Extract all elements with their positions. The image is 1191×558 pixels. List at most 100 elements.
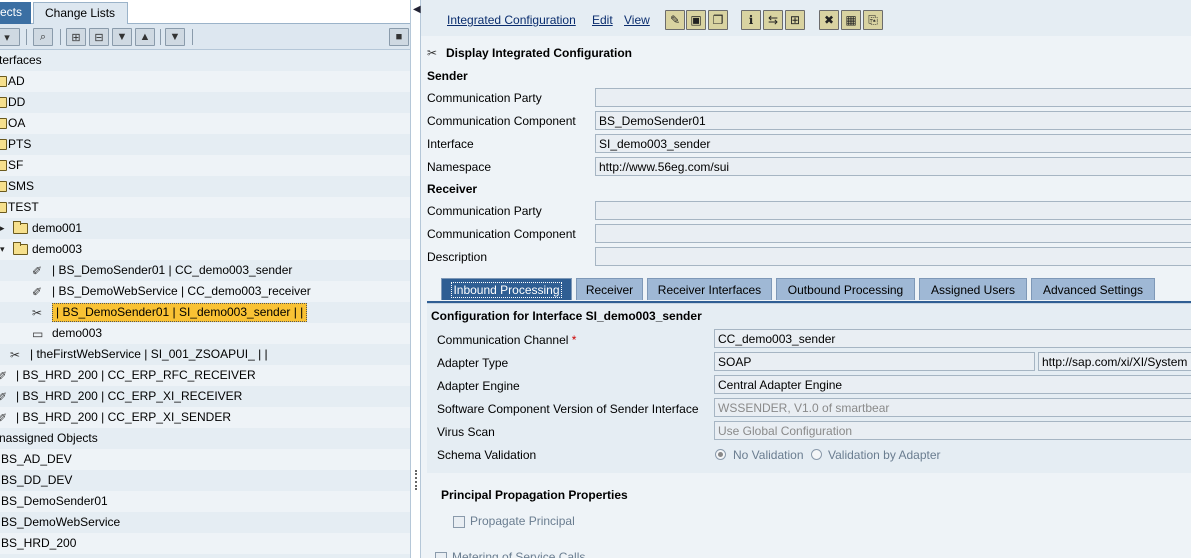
- expand-tree-icon[interactable]: ⊞: [66, 28, 86, 46]
- channel-icon: ✐: [32, 285, 43, 299]
- sender-interface-field[interactable]: SI_demo003_sender: [595, 134, 1191, 153]
- validation-by-adapter-radio[interactable]: [811, 449, 822, 460]
- metering-label: Metering of Service Calls: [452, 550, 586, 558]
- channel-field[interactable]: CC_demo003_sender: [714, 329, 1191, 348]
- menu-view[interactable]: View: [624, 13, 650, 27]
- tree-row[interactable]: nassigned Objects: [0, 428, 410, 449]
- open-folder-icon: [13, 242, 28, 255]
- tree-row[interactable]: ▾ demo003: [0, 239, 410, 260]
- channel-icon: ✐: [0, 369, 8, 383]
- collapse-left-icon[interactable]: ◀: [413, 4, 421, 15]
- receiver-component-field[interactable]: [595, 224, 1191, 243]
- adapter-engine-field[interactable]: Central Adapter Engine: [714, 375, 1191, 394]
- virus-scan-field[interactable]: Use Global Configuration: [714, 421, 1191, 440]
- tab-outbound-processing[interactable]: Outbound Processing: [776, 278, 915, 300]
- sort-down-icon[interactable]: ▼: [112, 28, 132, 46]
- tab-objects[interactable]: ects: [0, 2, 31, 24]
- tree-row[interactable]: ▭ demo003: [0, 323, 410, 344]
- navigator-toolbar: ▾ ⌕ ⊞ ⊟ ▼ ▲ ▼ ■: [0, 24, 410, 50]
- tree-row[interactable]: ✐ | BS_DemoSender01 | CC_demo003_sender: [0, 260, 410, 281]
- description-field[interactable]: [595, 247, 1191, 266]
- tree-row-label: PTS: [8, 137, 32, 151]
- info-icon[interactable]: ℹ: [741, 10, 761, 30]
- receiver-party-field[interactable]: [595, 201, 1191, 220]
- tree-row[interactable]: OA: [0, 113, 410, 134]
- copy-icon[interactable]: ❐: [708, 10, 728, 30]
- menu-integrated-configuration[interactable]: Integrated Configuration: [447, 13, 576, 27]
- tree-row[interactable]: SF: [0, 155, 410, 176]
- tree-row-label: terfaces: [0, 53, 42, 67]
- toolbar-separator: [160, 29, 161, 45]
- virus-scan-label: Virus Scan: [437, 425, 495, 439]
- tree-row[interactable]: BS_DemoSender01: [0, 491, 410, 512]
- swcv-label: Software Component Version of Sender Int…: [437, 402, 699, 416]
- save-icon[interactable]: ▣: [686, 10, 706, 30]
- tree-row-label: nassigned Objects: [0, 431, 98, 445]
- tab-inbound-processing[interactable]: Inbound Processing: [441, 278, 572, 300]
- tree-row[interactable]: ✂ | BS_DemoSender01 | SI_demo003_sender |…: [0, 302, 410, 323]
- sender-interface-label: Interface: [427, 137, 474, 151]
- collapse-tree-icon[interactable]: ⊟: [89, 28, 109, 46]
- adapter-type-field[interactable]: SOAP: [714, 352, 1035, 371]
- config-header: Configuration for Interface SI_demo003_s…: [431, 309, 702, 323]
- tab-change-lists[interactable]: Change Lists: [33, 2, 128, 24]
- tree-row[interactable]: ✐ | BS_DemoWebService | CC_demo003_receiv…: [0, 281, 410, 302]
- tree-row[interactable]: ✐ | BS_HRD_200 | CC_ERP_XI_RECEIVER: [0, 386, 410, 407]
- sender-header: Sender: [427, 69, 468, 83]
- menu-edit[interactable]: Edit: [592, 13, 613, 27]
- metering-checkbox[interactable]: [435, 552, 447, 558]
- tree-row-label: TEST: [8, 200, 39, 214]
- tree-row[interactable]: TEST: [0, 197, 410, 218]
- propagate-principal-checkbox[interactable]: [453, 516, 465, 528]
- tree-row-label: | BS_HRD_200 | CC_ERP_XI_RECEIVER: [16, 389, 243, 403]
- binoculars-icon[interactable]: ⌕: [33, 28, 53, 46]
- page-title: Display Integrated Configuration: [446, 46, 633, 60]
- edit-pencil-icon[interactable]: ✎: [665, 10, 685, 30]
- where-used-icon[interactable]: ⇆: [763, 10, 783, 30]
- maximize-icon[interactable]: ■: [389, 28, 409, 46]
- tree-row[interactable]: PTS: [0, 134, 410, 155]
- tree-row-label: | BS_DemoWebService | CC_demo003_receive…: [52, 284, 311, 298]
- tree-row[interactable]: BS_DD_DEV: [0, 470, 410, 491]
- tab-receiver-interfaces[interactable]: Receiver Interfaces: [647, 278, 772, 300]
- toolbar-separator: [60, 29, 61, 45]
- tree-row-label: demo003: [32, 242, 83, 256]
- tree-row-label: AD: [8, 74, 25, 88]
- tree-row-label: BS_DD_DEV: [1, 473, 73, 487]
- sender-namespace-field[interactable]: http://www.56eg.com/sui: [595, 157, 1191, 176]
- tab-receiver[interactable]: Receiver: [576, 278, 643, 300]
- cancel-icon[interactable]: ✖: [819, 10, 839, 30]
- tab-advanced-settings[interactable]: Advanced Settings: [1031, 278, 1155, 300]
- tree-row[interactable]: BS_HRD_200: [0, 533, 410, 554]
- collapsed-arrow-icon[interactable]: ▸: [0, 218, 5, 239]
- filter-icon[interactable]: ▼: [165, 28, 185, 46]
- sender-party-field[interactable]: [595, 88, 1191, 107]
- expanded-arrow-icon[interactable]: ▾: [0, 239, 5, 260]
- receiver-header: Receiver: [427, 182, 478, 196]
- adapter-namespace-field[interactable]: http://sap.com/xi/XI/System: [1038, 352, 1191, 371]
- sender-namespace-label: Namespace: [427, 160, 492, 174]
- splitter-grip[interactable]: [415, 470, 417, 490]
- pane-splitter[interactable]: ◀: [410, 0, 421, 558]
- tree-row[interactable]: DD: [0, 92, 410, 113]
- tree-row[interactable]: ✐ | BS_HRD_200 | CC_ERP_RFC_RECEIVER: [0, 365, 410, 386]
- tree-row[interactable]: ✐ | BS_HRD_200 | CC_ERP_XI_SENDER: [0, 407, 410, 428]
- no-validation-radio[interactable]: [715, 449, 726, 460]
- tree-row[interactable]: BS_DemoWebService: [0, 512, 410, 533]
- history-icon[interactable]: ⎘: [863, 10, 883, 30]
- tree-row-label: | BS_HRD_200 | CC_ERP_XI_SENDER: [16, 410, 231, 424]
- processing-tabs: Inbound Processing Receiver Receiver Int…: [427, 278, 1191, 302]
- folder-dropdown-button[interactable]: ▾: [0, 28, 20, 46]
- tree-row[interactable]: ✂ | theFirstWebService | SI_001_ZSOAPUI_ …: [0, 344, 410, 365]
- table-icon[interactable]: ▦: [841, 10, 861, 30]
- sort-up-icon[interactable]: ▲: [135, 28, 155, 46]
- tree-row[interactable]: ▸ demo001: [0, 218, 410, 239]
- tab-assigned-users[interactable]: Assigned Users: [919, 278, 1027, 300]
- sender-component-field[interactable]: BS_DemoSender01: [595, 111, 1191, 130]
- tree-row[interactable]: AD: [0, 71, 410, 92]
- integrated-config-icon: ✂: [10, 348, 21, 362]
- tree-row[interactable]: BS_AD_DEV: [0, 449, 410, 470]
- tree-row[interactable]: SMS: [0, 176, 410, 197]
- tree-row[interactable]: terfaces: [0, 50, 410, 71]
- object-graph-icon[interactable]: ⊞: [785, 10, 805, 30]
